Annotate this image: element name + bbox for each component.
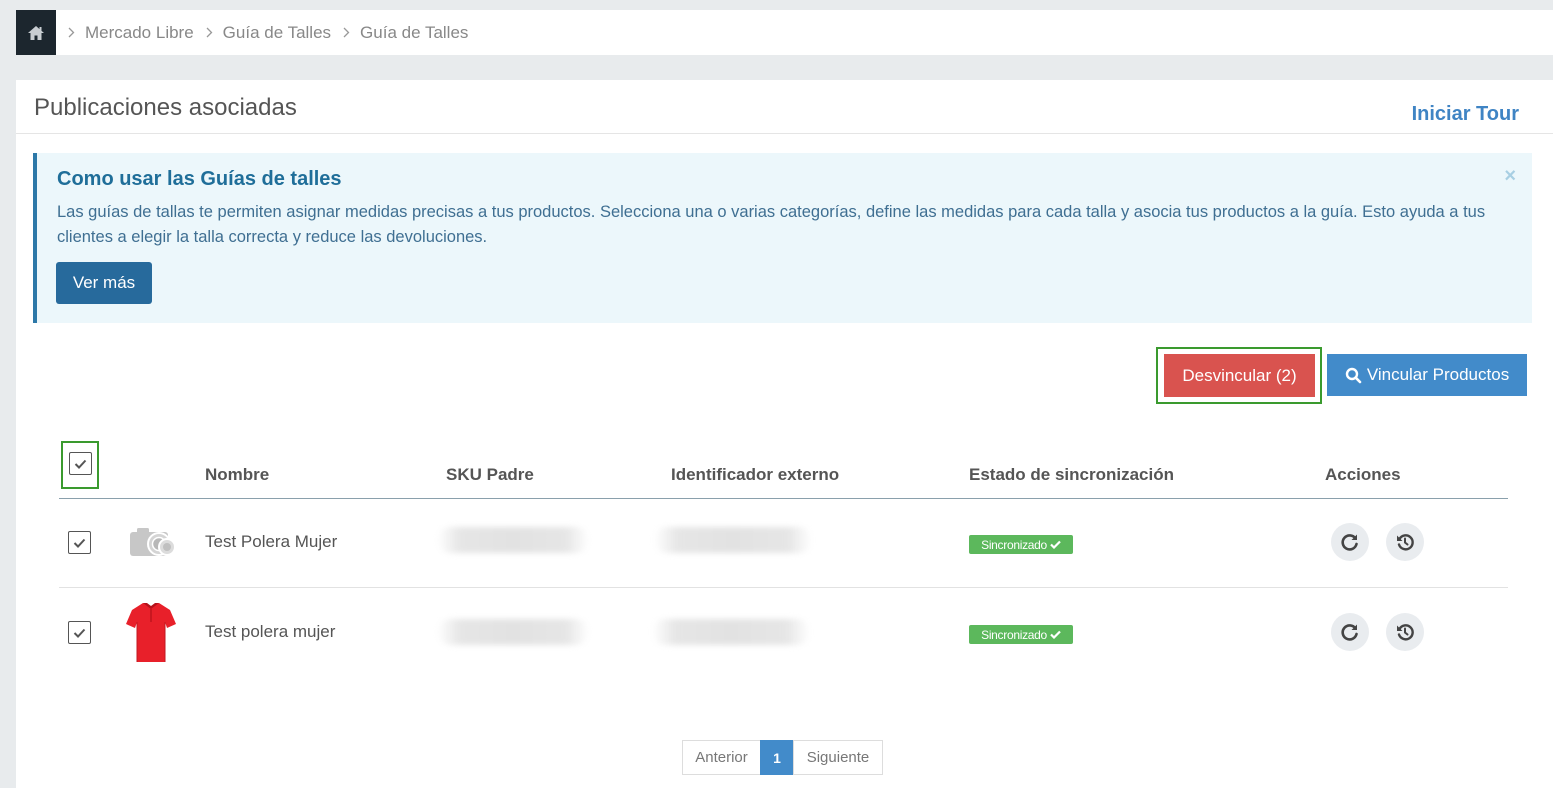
chevron-right-icon (206, 27, 213, 38)
row-divider (59, 587, 1508, 588)
panel-header: Publicaciones asociadas Iniciar Tour (16, 80, 1553, 134)
history-button[interactable] (1386, 613, 1424, 651)
pagination-next[interactable]: Siguiente (793, 740, 883, 775)
check-icon (74, 459, 87, 469)
breadcrumb-item-current: Guía de Talles (331, 23, 468, 43)
sku-value-redacted (437, 527, 589, 553)
pagination: Anterior 1 Siguiente (682, 740, 883, 775)
unlink-button[interactable]: Desvincular (2) (1164, 354, 1315, 397)
status-badge: Sincronizado (969, 625, 1073, 644)
check-icon (73, 538, 86, 548)
select-all-checkbox[interactable] (69, 452, 92, 475)
info-alert: Como usar las Guías de talles Las guías … (33, 153, 1532, 323)
status-label: Sincronizado (981, 537, 1047, 552)
link-products-button[interactable]: Vincular Productos (1327, 354, 1527, 396)
page-title: Publicaciones asociadas (34, 94, 297, 121)
main-panel: Publicaciones asociadas Iniciar Tour Com… (16, 80, 1553, 788)
row-checkbox[interactable] (68, 621, 91, 644)
pagination-page-1[interactable]: 1 (760, 740, 794, 775)
see-more-button[interactable]: Ver más (56, 262, 152, 304)
column-header-name: Nombre (205, 465, 270, 484)
pagination-previous[interactable]: Anterior (682, 740, 761, 775)
column-header-sync-status: Estado de sincronización (969, 465, 1174, 484)
history-icon (1397, 534, 1414, 551)
link-products-label: Vincular Productos (1366, 365, 1510, 384)
breadcrumb: Mercado Libre Guía de Talles Guía de Tal… (16, 10, 1553, 55)
status-label: Sincronizado (981, 627, 1047, 642)
breadcrumb-label: Guía de Talles (360, 22, 469, 42)
refresh-button[interactable] (1331, 613, 1369, 651)
sku-value-redacted (437, 619, 589, 645)
history-button[interactable] (1386, 523, 1424, 561)
refresh-button[interactable] (1331, 523, 1369, 561)
check-icon (73, 628, 86, 638)
product-name: Test Polera Mujer (205, 532, 338, 551)
breadcrumb-item-guia-de-talles[interactable]: Guía de Talles (194, 23, 331, 43)
alert-body: Las guías de tallas te permiten asignar … (57, 203, 1486, 246)
camera-placeholder-icon (130, 528, 176, 556)
alert-title: Como usar las Guías de talles (57, 168, 342, 190)
start-tour-link[interactable]: Iniciar Tour (1412, 103, 1519, 126)
chevron-right-icon (68, 27, 75, 38)
product-name: Test polera mujer (205, 622, 336, 641)
external-id-value-redacted (652, 619, 810, 645)
column-header-external-id: Identificador externo (671, 465, 840, 484)
row-checkbox[interactable] (68, 531, 91, 554)
checkmark-icon (1050, 540, 1061, 549)
breadcrumb-label[interactable]: Guía de Talles (223, 23, 331, 43)
table-header-divider (59, 498, 1508, 499)
refresh-icon (1341, 534, 1358, 551)
home-button[interactable] (16, 10, 56, 55)
status-badge: Sincronizado (969, 535, 1073, 554)
refresh-icon (1341, 624, 1358, 641)
chevron-right-icon (343, 27, 350, 38)
search-icon (1345, 367, 1362, 383)
history-icon (1397, 624, 1414, 641)
breadcrumb-item-mercado-libre[interactable]: Mercado Libre (56, 23, 194, 43)
column-header-sku: SKU Padre (446, 465, 534, 484)
checkmark-icon (1050, 630, 1061, 639)
red-polo-shirt (126, 603, 176, 662)
close-icon[interactable]: × (1504, 165, 1516, 188)
column-header-actions: Acciones (1325, 465, 1401, 484)
home-icon (28, 25, 44, 40)
external-id-value-redacted (654, 527, 812, 553)
breadcrumb-label[interactable]: Mercado Libre (85, 23, 194, 43)
